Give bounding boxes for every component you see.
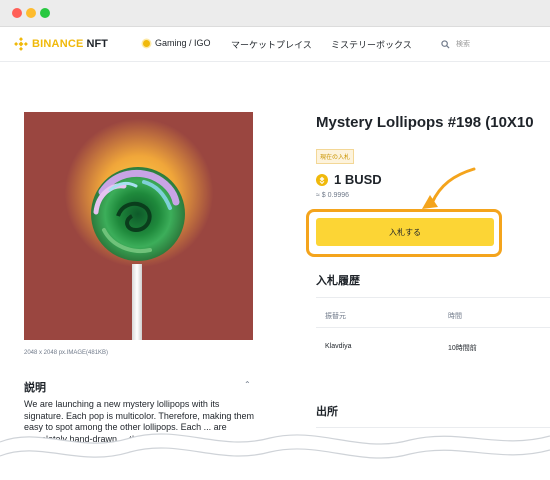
history-row-time: 10時間前 [448, 345, 477, 352]
busd-coin-icon [316, 173, 328, 186]
nav-gaming-igo-label: Gaming / IGO [155, 38, 211, 48]
nft-artwork[interactable] [24, 112, 253, 340]
history-header-time: 時間 [448, 313, 462, 320]
minimize-window-button[interactable] [26, 8, 36, 18]
binance-logo-icon [14, 37, 28, 51]
provenance-title: 出所 [316, 406, 338, 418]
top-navigation: BINANCE NFT Gaming / IGO マーケットプレイス ミステリー… [0, 27, 550, 62]
search-icon [441, 39, 450, 49]
nav-mystery-box[interactable]: ミステリーボックス [331, 38, 412, 51]
bid-history-title: 入札履歴 [316, 275, 360, 287]
divider [316, 327, 550, 328]
divider [316, 297, 550, 298]
history-header-from: 振替元 [325, 313, 346, 320]
nav-marketplace[interactable]: マーケットプレイス [231, 38, 312, 51]
sun-icon [143, 39, 150, 47]
nft-title: Mystery Lollipops #198 (10X10 [316, 114, 534, 131]
price-value: 1 BUSD [334, 172, 382, 187]
torn-edge [0, 433, 550, 480]
usd-equivalent: ≈ $ 0.9996 [316, 192, 350, 199]
nav-gaming-igo[interactable]: Gaming / IGO [143, 38, 211, 48]
window-titlebar [0, 0, 550, 27]
browser-window: BINANCE NFT Gaming / IGO マーケットプレイス ミステリー… [0, 0, 550, 480]
logo-text-nft: NFT [86, 38, 108, 50]
binance-nft-logo[interactable]: BINANCE NFT [14, 37, 108, 51]
search-input[interactable]: 検索 [432, 35, 550, 53]
search-placeholder: 検索 [456, 41, 470, 48]
lollipop-stick [132, 264, 142, 340]
image-metadata: 2048 x 2048 px.IMAGE(481KB) [24, 350, 109, 356]
chevron-up-icon[interactable]: ⌃ [244, 380, 251, 389]
place-bid-button[interactable]: 入札する [316, 218, 494, 246]
current-bid-badge: 現在の入札 [316, 149, 355, 164]
logo-text-binance: BINANCE [32, 38, 84, 50]
price-row: 1 BUSD [316, 172, 382, 187]
history-row-from[interactable]: Klavdiya [325, 343, 351, 350]
description-title: 説明 [24, 382, 46, 394]
close-window-button[interactable] [12, 8, 22, 18]
maximize-window-button[interactable] [40, 8, 50, 18]
